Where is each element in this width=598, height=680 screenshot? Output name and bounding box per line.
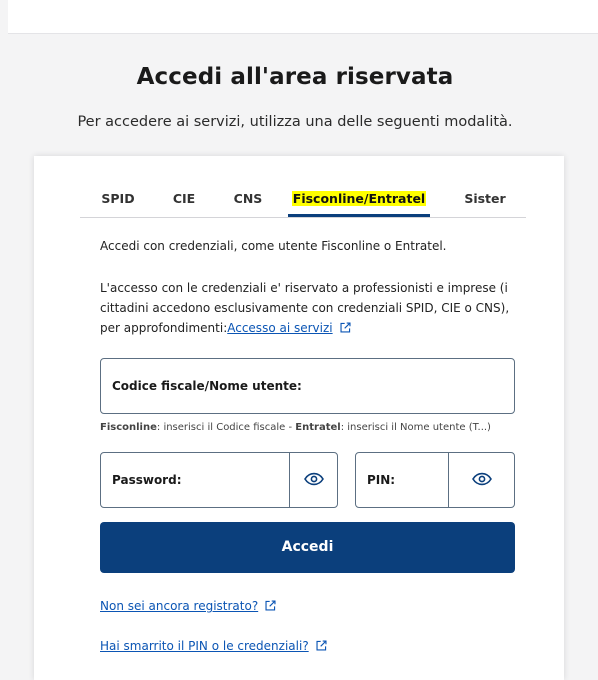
password-field[interactable]: Password: [100, 452, 338, 508]
tab-cns[interactable]: CNS [228, 190, 268, 217]
external-link-icon [315, 638, 328, 658]
username-field[interactable]: Codice fiscale/Nome utente: [100, 358, 515, 414]
tab-spid[interactable]: SPID [98, 190, 138, 217]
pin-label: PIN: [367, 473, 396, 487]
password-toggle-button[interactable] [289, 453, 337, 507]
access-services-link[interactable]: Accesso ai servizi [227, 321, 332, 335]
eye-icon [471, 471, 492, 490]
heading-area [8, 34, 598, 154]
tab-spid-label: SPID [101, 191, 135, 206]
tab-cie[interactable]: CIE [166, 190, 202, 217]
eye-icon [303, 471, 324, 490]
username-label: Codice fiscale/Nome utente: [112, 379, 302, 393]
auth-tabs: SPID CIE CNS Fisconline/Entratel Sister [80, 188, 526, 218]
tab-cns-label: CNS [233, 191, 263, 206]
top-bar [8, 0, 598, 34]
hint-fisconline-text: : inserisci il Codice fiscale - [156, 422, 296, 433]
lost-pin-row: Hai smarrito il PIN o le credenziali? [100, 636, 530, 658]
pin-toggle-button[interactable] [448, 453, 514, 507]
external-link-icon [264, 598, 277, 618]
page-subtitle: Per accedere ai servizi, utilizza una de… [77, 114, 513, 130]
register-row: Non sei ancora registrato? [100, 596, 530, 618]
pin-field[interactable]: PIN: [355, 452, 515, 508]
hint-entratel-label: Entratel [295, 422, 341, 433]
tab-fisconline-entratel[interactable]: Fisconline/Entratel [288, 190, 430, 217]
register-link[interactable]: Non sei ancora registrato? [100, 599, 258, 613]
login-page: Accedi all'area riservata Per accedere a… [0, 0, 598, 680]
tab-sister-label: Sister [464, 191, 506, 206]
credential-hint: Fisconline: inserisci il Codice fiscale … [100, 422, 491, 433]
password-label: Password: [112, 473, 182, 487]
external-link-icon [339, 320, 352, 340]
page-title: Accedi all'area riservata [136, 64, 454, 90]
tab-cie-label: CIE [172, 191, 196, 206]
hint-entratel-text: : inserisci il Nome utente (T...) [340, 422, 491, 433]
login-button[interactable]: Accedi [100, 522, 515, 573]
login-card: SPID CIE CNS Fisconline/Entratel Sister … [34, 156, 564, 680]
notice-text: L'accesso con le credenziali e' riservat… [100, 278, 530, 340]
intro-text: Accedi con credenziali, come utente Fisc… [100, 239, 447, 253]
tab-sister[interactable]: Sister [460, 190, 510, 217]
tab-fisconline-label: Fisconline/Entratel [291, 191, 427, 206]
hint-fisconline-label: Fisconline [100, 422, 157, 433]
lost-pin-link[interactable]: Hai smarrito il PIN o le credenziali? [100, 639, 309, 653]
